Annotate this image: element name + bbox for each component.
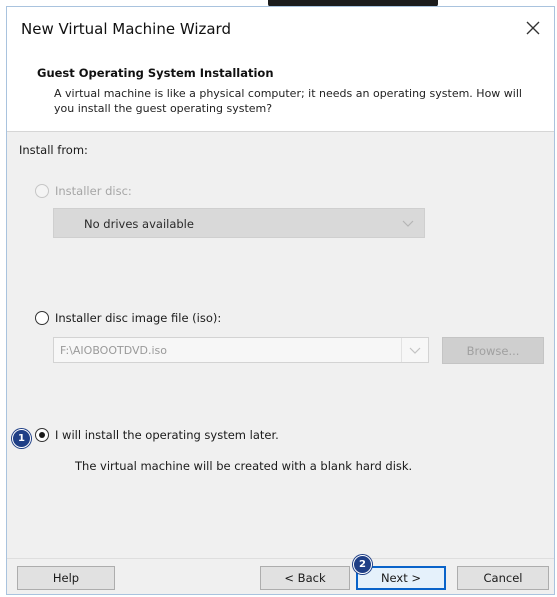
chevron-down-icon (409, 347, 421, 354)
install-later-description: The virtual machine will be created with… (75, 459, 413, 473)
install-later-radio[interactable] (35, 428, 49, 442)
header-description: A virtual machine is like a physical com… (54, 87, 522, 115)
wizard-window: New Virtual Machine Wizard Guest Operati… (6, 6, 555, 595)
installer-disc-label: Installer disc: (55, 184, 132, 198)
wizard-content: Install from: Installer disc: No drives … (7, 132, 554, 558)
back-button[interactable]: < Back (260, 566, 350, 590)
iso-file-label: Installer disc image file (iso): (55, 311, 222, 325)
help-button[interactable]: Help (17, 566, 115, 590)
iso-path-combobox[interactable] (53, 337, 429, 363)
drives-dropdown-value: No drives available (84, 217, 194, 231)
wizard-footer: Help < Back Next > Cancel (7, 558, 554, 594)
chevron-down-icon (402, 220, 414, 227)
window-title: New Virtual Machine Wizard (21, 20, 231, 38)
installer-disc-radio[interactable] (35, 184, 49, 198)
iso-path-dropdown-toggle[interactable] (401, 338, 428, 362)
step-1-badge: 1 (12, 429, 31, 448)
step-2-badge: 2 (353, 555, 372, 574)
iso-path-input[interactable] (60, 342, 400, 358)
install-later-label: I will install the operating system late… (55, 428, 279, 442)
wizard-header: Guest Operating System Installation A vi… (7, 51, 554, 132)
browse-button[interactable]: Browse... (442, 337, 544, 364)
title-bar: New Virtual Machine Wizard (7, 7, 554, 51)
install-from-label: Install from: (19, 143, 88, 157)
iso-file-radio[interactable] (35, 311, 49, 325)
drives-dropdown[interactable]: No drives available (53, 208, 425, 238)
header-title: Guest Operating System Installation (37, 66, 274, 80)
cancel-button[interactable]: Cancel (457, 566, 549, 590)
close-icon[interactable] (524, 19, 542, 37)
